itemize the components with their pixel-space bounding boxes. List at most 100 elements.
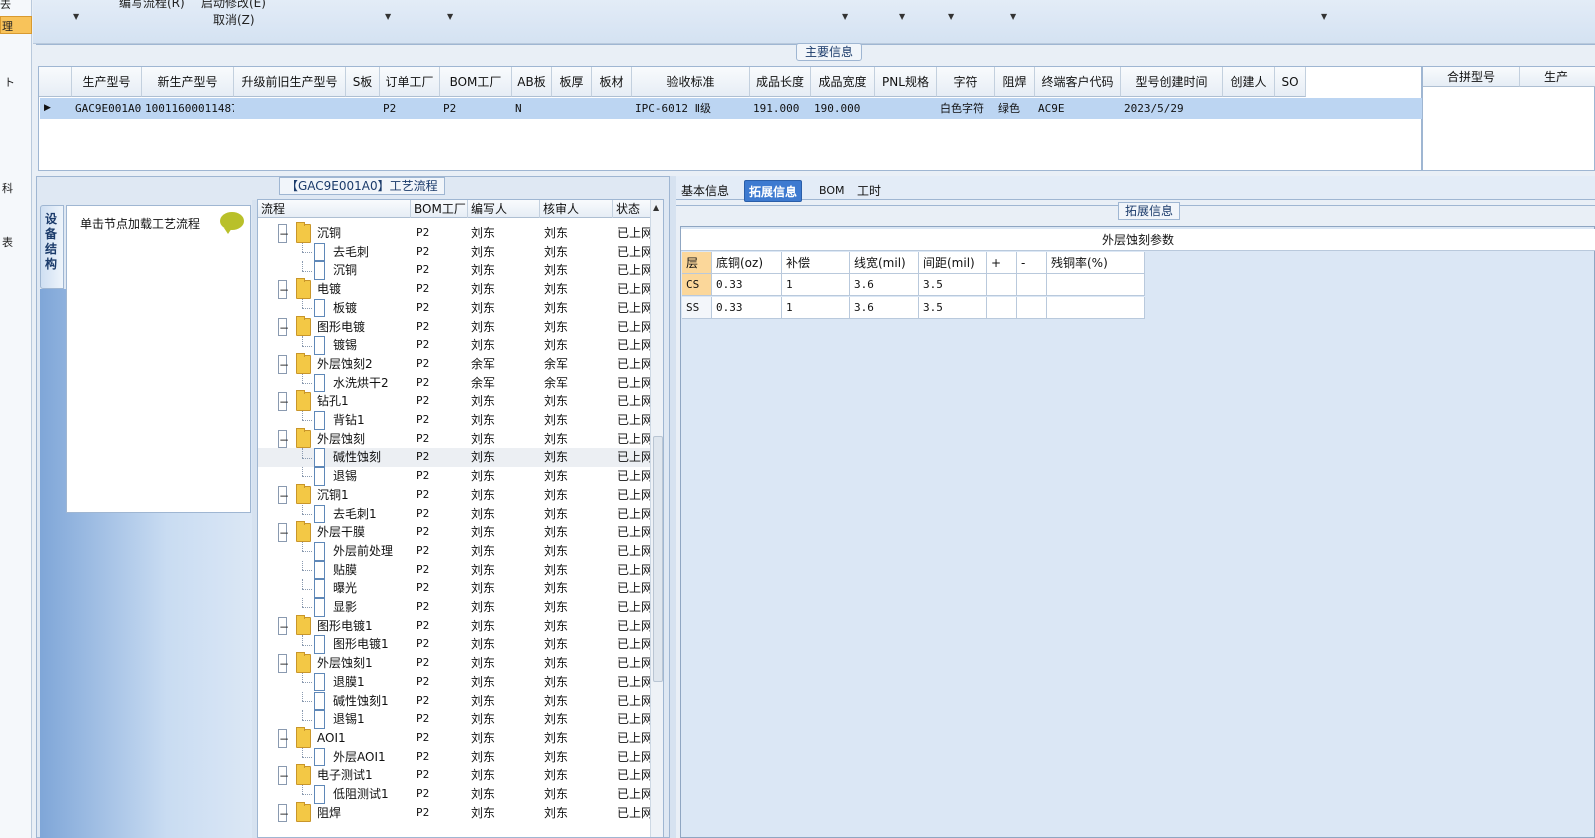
col-header[interactable]: 成品长度	[750, 67, 811, 97]
col-header[interactable]: 合拼型号	[1423, 67, 1520, 87]
tree-row[interactable]: 退膜1 P2 刘东 刘东 已上网	[258, 672, 653, 692]
write-process-menu[interactable]: 编写流程(R)	[119, 0, 185, 11]
chevron-down-icon[interactable]: ▼	[1321, 12, 1327, 21]
solder-mask-cell[interactable]: 绿色	[995, 98, 1035, 119]
old-model-cell[interactable]	[234, 98, 346, 119]
col-header[interactable]: 生产型号	[72, 67, 142, 97]
tree-row[interactable]: 低阻测试1 P2 刘东 刘东 已上网	[258, 785, 653, 804]
tree-row[interactable]: 退锡1 P2 刘东 刘东 已上网	[258, 710, 653, 729]
new-model-cell[interactable]: 10011600011487	[142, 98, 234, 119]
col-header[interactable]: 流程	[258, 200, 411, 218]
width-cell[interactable]: 190.000	[811, 98, 875, 119]
chevron-down-icon[interactable]: ▼	[447, 12, 453, 21]
collapse-toggle-icon[interactable]: −	[278, 317, 289, 337]
col-header[interactable]: SO	[1275, 67, 1306, 97]
equipment-tree-box[interactable]	[66, 205, 251, 513]
tree-row[interactable]: − 外层干膜 P2 刘东 刘东 已上网	[258, 521, 653, 542]
chevron-down-icon[interactable]: ▼	[842, 12, 848, 21]
tab-extended-info[interactable]: 拓展信息	[744, 180, 803, 202]
col-header[interactable]: 终端客户代码	[1035, 67, 1121, 97]
left-nav-item[interactable]: 去	[0, 0, 11, 12]
scrollbar-thumb[interactable]	[653, 436, 663, 682]
etch-value-cell[interactable]	[1017, 297, 1047, 319]
chevron-down-icon[interactable]: ▼	[948, 12, 954, 21]
order-factory-cell[interactable]: P2	[380, 98, 440, 119]
col-header[interactable]: S板	[346, 67, 380, 97]
etch-col-header[interactable]: 补偿	[782, 252, 850, 274]
created-time-cell[interactable]: 2023/5/29	[1121, 98, 1223, 119]
collapse-toggle-icon[interactable]: −	[278, 429, 289, 449]
etch-value-cell[interactable]: 1	[782, 297, 850, 319]
etch-col-header[interactable]: 底铜(oz)	[712, 252, 782, 274]
creator-cell[interactable]	[1223, 98, 1275, 119]
etch-layer-cell[interactable]: CS	[682, 274, 712, 296]
bom-factory-cell[interactable]: P2	[440, 98, 512, 119]
tab-basic-info[interactable]: 基本信息	[677, 180, 733, 202]
so-cell[interactable]	[1275, 98, 1306, 119]
standard-cell[interactable]: IPC-6012 Ⅱ级	[632, 98, 750, 119]
etch-value-cell[interactable]: 3.5	[919, 274, 987, 296]
etch-value-cell[interactable]	[1017, 274, 1047, 296]
tree-row[interactable]: 外层前处理 P2 刘东 刘东 已上网	[258, 541, 653, 561]
chevron-down-icon[interactable]: ▼	[899, 12, 905, 21]
tree-row[interactable]: − 外层蚀刻2 P2 余军 余军 已上网	[258, 352, 653, 374]
col-header[interactable]: 核审人	[540, 200, 613, 218]
cancel-menu[interactable]: 取消(Z)	[213, 11, 255, 28]
col-header[interactable]: 成品宽度	[811, 67, 875, 97]
ab-board-cell[interactable]: N	[512, 98, 552, 119]
etch-value-cell[interactable]	[987, 274, 1017, 296]
tree-row[interactable]: − AOI1 P2 刘东 刘东 已上网	[258, 726, 653, 748]
etch-value-cell[interactable]: 3.6	[850, 274, 919, 296]
chevron-down-icon[interactable]: ▼	[1010, 12, 1016, 21]
col-header[interactable]: 型号创建时间	[1121, 67, 1223, 97]
tree-row[interactable]: 贴膜 P2 刘东 刘东 已上网	[258, 560, 653, 580]
tree-vertical-scrollbar[interactable]: ▲	[650, 200, 663, 837]
thickness-cell[interactable]	[552, 98, 592, 119]
chevron-down-icon[interactable]: ▼	[385, 12, 391, 21]
col-header[interactable]: AB板	[512, 67, 552, 97]
s-board-cell[interactable]	[346, 98, 380, 119]
etch-value-cell[interactable]: 1	[782, 274, 850, 296]
tree-row[interactable]: 碱性蚀刻 P2 刘东 刘东 已上网	[258, 448, 653, 468]
length-cell[interactable]: 191.000	[750, 98, 811, 119]
collapse-toggle-icon[interactable]: −	[278, 728, 289, 748]
left-nav-item[interactable]: ト	[4, 74, 15, 90]
etch-value-cell[interactable]	[987, 297, 1017, 319]
etch-col-header[interactable]: -	[1017, 252, 1047, 274]
chevron-down-icon[interactable]: ▼	[73, 12, 79, 21]
tab-bom[interactable]: BOM	[815, 180, 849, 202]
tab-equipment-structure[interactable]: 设备结构	[40, 205, 64, 289]
collapse-toggle-icon[interactable]: −	[278, 224, 289, 243]
etch-value-cell[interactable]	[1047, 297, 1145, 319]
tree-row[interactable]: − 图形电镀1 P2 刘东 刘东 已上网	[258, 614, 653, 636]
etch-col-header[interactable]: 间距(mil)	[919, 252, 987, 274]
scroll-up-icon[interactable]: ▲	[653, 203, 659, 212]
collapse-toggle-icon[interactable]: −	[278, 766, 289, 785]
tree-row[interactable]: − 沉铜1 P2 刘东 刘东 已上网	[258, 483, 653, 505]
collapse-toggle-icon[interactable]: −	[278, 616, 289, 636]
tree-row[interactable]: − 阻焊 P2 刘东 刘东 已上网	[258, 801, 653, 823]
tree-row[interactable]: − 电子测试1 P2 刘东 刘东 已上网	[258, 764, 653, 785]
etch-value-cell[interactable]	[1047, 274, 1145, 296]
tree-row[interactable]: 退锡 P2 刘东 刘东 已上网	[258, 467, 653, 486]
tree-row[interactable]: 沉铜 P2 刘东 刘东 已上网	[258, 261, 653, 281]
collapse-toggle-icon[interactable]: −	[278, 523, 289, 542]
col-header[interactable]: BOM工厂	[411, 200, 468, 218]
tree-row[interactable]: 图形电镀1 P2 刘东 刘东 已上网	[258, 635, 653, 655]
tree-row[interactable]: − 外层蚀刻1 P2 刘东 刘东 已上网	[258, 652, 653, 673]
tree-row[interactable]: 碱性蚀刻1 P2 刘东 刘东 已上网	[258, 691, 653, 711]
col-header[interactable]: 板材	[592, 67, 632, 97]
etch-col-header[interactable]: +	[987, 252, 1017, 274]
tree-row[interactable]: − 沉铜 P2 刘东 刘东 已上网	[258, 222, 653, 243]
tree-row[interactable]: 显影 P2 刘东 刘东 已上网	[258, 598, 653, 617]
tree-row[interactable]: − 外层蚀刻 P2 刘东 刘东 已上网	[258, 427, 653, 449]
col-header[interactable]: 生产	[1520, 67, 1595, 87]
tree-row[interactable]: − 钻孔1 P2 刘东 刘东 已上网	[258, 390, 653, 411]
collapse-toggle-icon[interactable]: −	[278, 485, 289, 505]
collapse-toggle-icon[interactable]: −	[278, 354, 289, 374]
tree-row[interactable]: 外层AOI1 P2 刘东 刘东 已上网	[258, 747, 653, 767]
col-header[interactable]: 新生产型号	[142, 67, 234, 97]
etch-value-cell[interactable]: 3.6	[850, 297, 919, 319]
etch-value-cell[interactable]: 3.5	[919, 297, 987, 319]
left-nav-item[interactable]: 科	[2, 180, 13, 196]
